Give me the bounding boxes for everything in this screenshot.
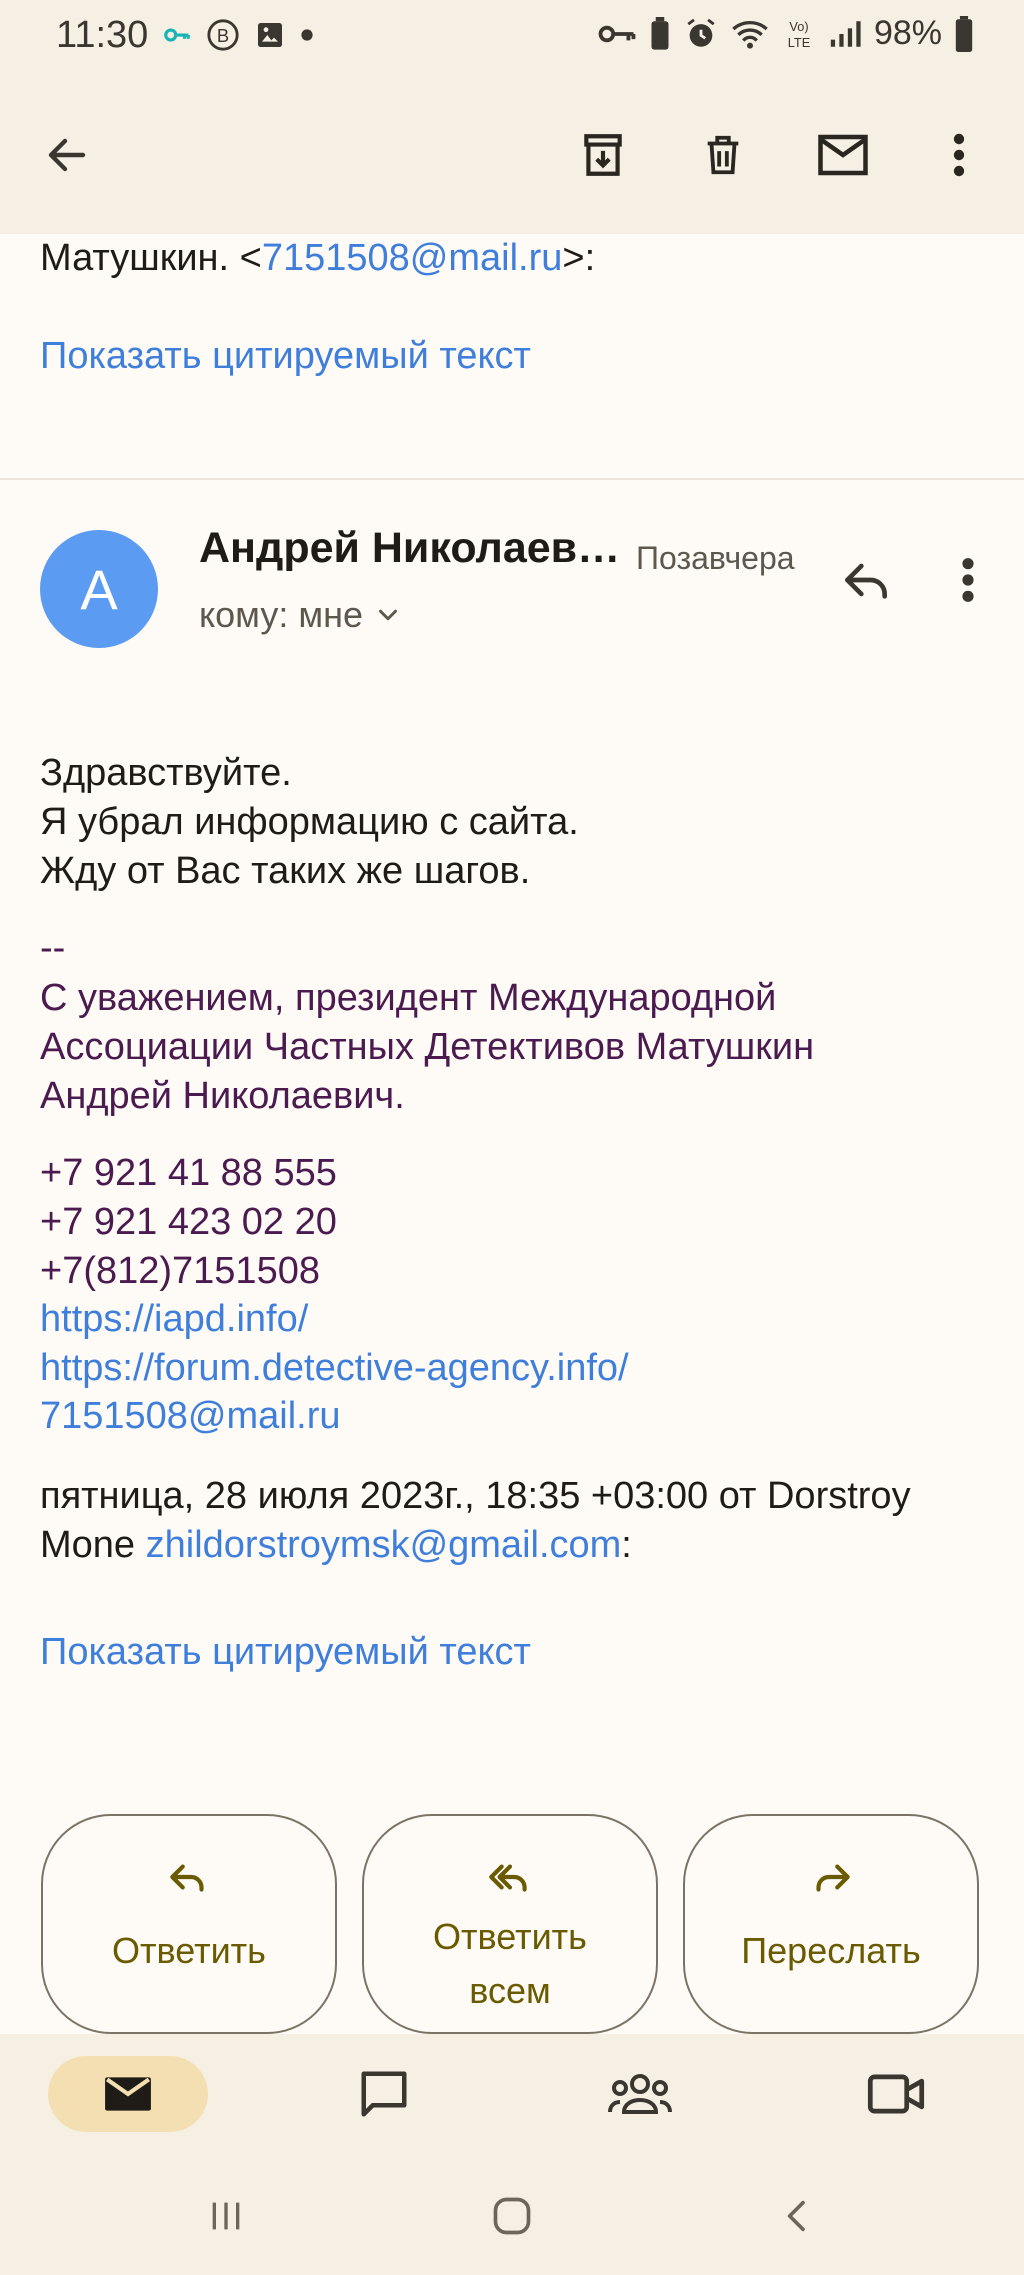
b-badge-icon: B — [207, 19, 239, 51]
sender-email-link[interactable]: 7151508@mail.ru — [262, 237, 563, 279]
vpn-key-icon — [598, 25, 636, 42]
recipients-label: кому: мне — [199, 594, 363, 635]
more-vert-icon — [953, 133, 965, 177]
chevron-down-icon — [379, 609, 397, 621]
signature-line: Ассоциации Частных Детективов Матушкин — [40, 1026, 815, 1068]
status-system-icons: Vo) LTE 98% — [598, 14, 974, 53]
reply-all-action-button[interactable]: Ответить всем — [362, 1814, 658, 2034]
reply-action-button[interactable]: Ответить — [41, 1814, 337, 2034]
mail-icon — [105, 2077, 151, 2111]
trash-icon — [707, 135, 739, 175]
arrow-left-icon — [48, 138, 86, 172]
svg-text:B: B — [217, 25, 229, 46]
phone-number: +7 921 423 02 20 — [40, 1201, 337, 1243]
show-quoted-text-link[interactable]: Показать цитируемый текст — [40, 1628, 531, 1676]
quote-header-suffix: >: — [562, 237, 596, 279]
reply-all-label-line: всем — [469, 1970, 551, 2011]
wifi-icon — [732, 20, 768, 49]
previous-quote-header: Матушкин. <7151508@mail.ru>: — [40, 234, 595, 282]
body-line: Я убрал информацию с сайта. — [40, 801, 579, 843]
recent-apps-button[interactable] — [196, 2186, 256, 2246]
chevron-left-icon — [787, 2200, 805, 2232]
quote-header-name: Mone — [40, 1524, 146, 1566]
spaces-icon — [608, 2074, 672, 2114]
key-icon — [164, 28, 190, 42]
reply-icon — [170, 1864, 204, 1892]
signature-line: С уважением, президент Международной — [40, 977, 777, 1019]
body-line: Жду от Вас таких же шагов. — [40, 850, 531, 892]
system-navigation-bar — [0, 2156, 1024, 2275]
home-button[interactable] — [482, 2186, 542, 2246]
status-notification-icons: B — [162, 18, 314, 52]
top-app-bar — [0, 76, 1024, 234]
dot-icon — [301, 29, 313, 41]
email-link[interactable]: 7151508@mail.ru — [40, 1392, 341, 1440]
more-vert-icon — [962, 558, 974, 602]
archive-button[interactable] — [568, 120, 638, 190]
reply-button[interactable] — [838, 552, 894, 608]
home-icon — [493, 2197, 531, 2235]
nav-chat[interactable] — [344, 2056, 424, 2132]
avatar[interactable]: А — [40, 530, 158, 648]
battery-icon — [955, 15, 973, 52]
body-line: Здравствуйте. — [40, 752, 292, 794]
message-more-button[interactable] — [940, 552, 996, 608]
chat-icon — [361, 2071, 407, 2117]
alarm-icon — [687, 18, 715, 47]
recipients-toggle[interactable]: кому: мне — [199, 594, 403, 636]
more-options-button[interactable] — [924, 120, 994, 190]
message-date: Позавчера — [636, 540, 795, 576]
signature-line: Андрей Николаевич. — [40, 1075, 405, 1117]
archive-icon — [584, 134, 622, 176]
meet-icon — [867, 2074, 925, 2114]
signature-separator: -- — [40, 927, 66, 969]
svg-text:LTE: LTE — [788, 34, 810, 49]
status-time: 11:30 — [56, 14, 149, 56]
forward-action-button[interactable]: Переслать — [683, 1814, 979, 2034]
battery-percent: 98% — [873, 14, 942, 52]
volte-icon: Vo)LTE — [788, 19, 810, 50]
nav-mail[interactable] — [48, 2056, 208, 2132]
status-bar: 11:30 B Vo) LTE 98% — [0, 0, 1024, 76]
forward-label: Переслать — [741, 1930, 921, 1971]
nav-meet[interactable] — [856, 2056, 936, 2132]
image-icon — [258, 23, 282, 47]
forward-icon — [816, 1864, 850, 1892]
back-button[interactable] — [32, 120, 102, 190]
reply-all-icon — [489, 1864, 527, 1892]
phone-number: +7(812)7151508 — [40, 1250, 320, 1292]
quote-header-text: Матушкин. < — [40, 237, 262, 279]
message-thread: Матушкин. <7151508@mail.ru>: Показать ци… — [0, 234, 1024, 2034]
signal-icon — [830, 20, 861, 47]
quote-sender-email-link[interactable]: zhildorstroymsk@gmail.com — [146, 1524, 622, 1566]
message-divider — [0, 478, 1024, 480]
bottom-navigation — [0, 2034, 1024, 2156]
mark-unread-button[interactable] — [808, 120, 878, 190]
reply-label: Ответить — [112, 1930, 266, 1971]
phone-number: +7 921 41 88 555 — [40, 1152, 337, 1194]
reply-icon — [845, 563, 887, 599]
show-quoted-text-link-previous[interactable]: Показать цитируемый текст — [40, 332, 531, 380]
quote-header-line: пятница, 28 июля 2023г., 18:35 +03:00 от… — [40, 1475, 911, 1517]
delete-button[interactable] — [688, 120, 758, 190]
sender-name[interactable]: Андрей Николаев… — [199, 524, 620, 573]
quote-header-line: Mone zhildorstroymsk@gmail.com: — [40, 1521, 632, 1569]
website-link[interactable]: https://iapd.info/ — [40, 1295, 308, 1343]
forum-link[interactable]: https://forum.detective-agency.info/ — [40, 1344, 629, 1392]
quote-header-suffix: : — [621, 1524, 632, 1566]
mail-icon — [818, 134, 868, 176]
recent-apps-icon — [212, 2202, 240, 2230]
system-back-button[interactable] — [768, 2186, 828, 2246]
reply-all-label-line: Ответить — [433, 1916, 587, 1957]
nav-spaces[interactable] — [600, 2056, 680, 2132]
reply-all-label: Ответить всем — [433, 1910, 587, 2018]
battery-saver-icon — [651, 16, 669, 50]
svg-text:Vo): Vo) — [789, 19, 808, 34]
